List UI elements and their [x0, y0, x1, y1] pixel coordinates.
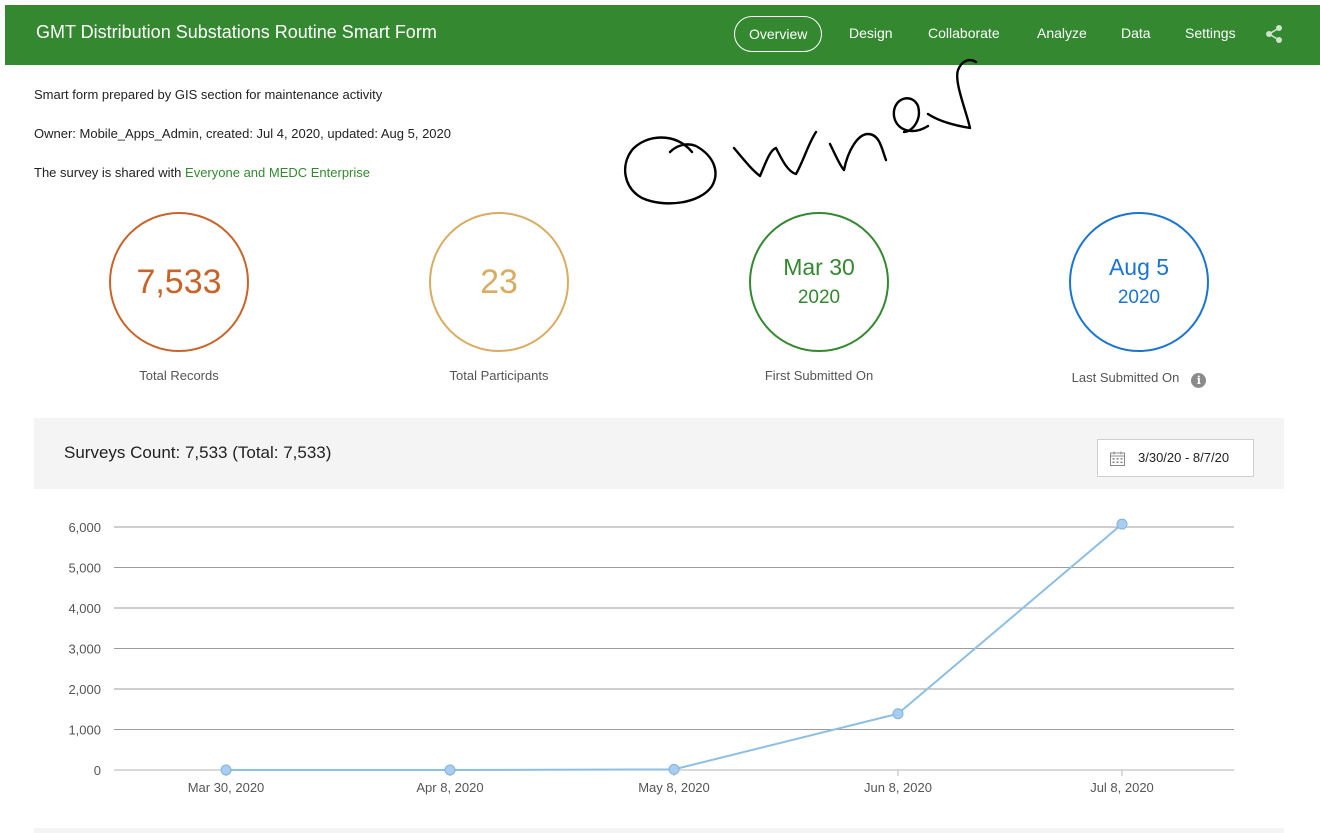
total-participants-ring: 23 [429, 212, 569, 352]
last-submitted-label-row: Last Submitted On i [1029, 370, 1249, 388]
y-tick-label: 5,000 [68, 561, 101, 576]
data-point [444, 764, 456, 776]
y-tick-label: 0 [94, 763, 101, 778]
first-submitted-label: First Submitted On [764, 368, 874, 383]
shared-with-link[interactable]: Everyone and MEDC Enterprise [185, 165, 370, 180]
share-icon[interactable] [1264, 24, 1284, 44]
data-point [1116, 518, 1128, 530]
x-tick-label: Jun 8, 2020 [864, 780, 932, 795]
last-submitted-year: 2020 [1117, 286, 1161, 308]
tab-settings[interactable]: Settings [1185, 16, 1236, 52]
y-tick-label: 2,000 [68, 682, 101, 697]
first-submitted-year: 2020 [797, 286, 841, 308]
first-submitted-ring: Mar 30 2020 [749, 212, 889, 352]
series-line [226, 523, 1123, 771]
stat-total-participants: 23 Total Participants [429, 212, 569, 383]
data-point [668, 763, 680, 775]
data-point [220, 764, 232, 776]
x-tick-label: Jul 8, 2020 [1090, 780, 1154, 795]
x-tick-label: Mar 30, 2020 [188, 780, 265, 795]
y-tick-label: 4,000 [68, 601, 101, 616]
handwritten-owner-annotation [623, 58, 978, 205]
last-submitted-date: Aug 5 [1108, 254, 1170, 281]
stat-last-submitted: Aug 5 2020 Last Submitted On i [1069, 212, 1209, 388]
last-submitted-ring: Aug 5 2020 [1069, 212, 1209, 352]
chart-header: Surveys Count: 7,533 (Total: 7,533) 3/30… [34, 418, 1284, 489]
survey-title: GMT Distribution Substations Routine Sma… [36, 22, 437, 42]
tab-overview[interactable]: Overview [734, 16, 823, 52]
y-tick-label: 6,000 [68, 520, 101, 535]
tab-design[interactable]: Design [849, 16, 893, 52]
first-submitted-date: Mar 30 [783, 254, 855, 281]
owner-line: Owner: Mobile_Apps_Admin, created: Jul 4… [34, 126, 451, 141]
surveys-line-chart: 0 1,000 2,000 3,000 4,000 5,000 6,000 Mar 30, 2… [68, 518, 1234, 795]
tab-data[interactable]: Data [1121, 16, 1151, 52]
last-submitted-label: Last Submitted On [1071, 370, 1180, 385]
surveys-count-title: Surveys Count: 7,533 (Total: 7,533) [64, 443, 332, 462]
shared-line: The survey is shared with Everyone and M… [34, 165, 370, 180]
total-records-value: 7,533 [136, 263, 222, 301]
y-tick-label: 3,000 [68, 642, 101, 657]
bottom-panel-edge [34, 828, 1284, 833]
y-tick-label: 1,000 [68, 723, 101, 738]
total-participants-value: 23 [480, 263, 518, 301]
stat-first-submitted: Mar 30 2020 First Submitted On [749, 212, 889, 383]
tab-collaborate[interactable]: Collaborate [928, 16, 1000, 52]
data-point [892, 708, 904, 720]
survey-description: Smart form prepared by GIS section for m… [34, 87, 383, 102]
tab-analyze[interactable]: Analyze [1037, 16, 1087, 52]
date-range-text: 3/30/20 - 8/7/20 [1138, 450, 1230, 465]
x-tick-label: May 8, 2020 [638, 780, 710, 795]
calendar-icon [1110, 451, 1125, 466]
shared-prefix: The survey is shared with [34, 165, 182, 180]
total-records-label: Total Records [139, 368, 219, 383]
total-participants-label: Total Participants [449, 368, 549, 383]
total-records-ring: 7,533 [109, 212, 249, 352]
info-icon[interactable]: i [1191, 373, 1207, 388]
date-range-picker[interactable]: 3/30/20 - 8/7/20 [1097, 439, 1254, 477]
x-tick-label: Apr 8, 2020 [416, 780, 483, 795]
stat-total-records: 7,533 Total Records [109, 212, 249, 383]
